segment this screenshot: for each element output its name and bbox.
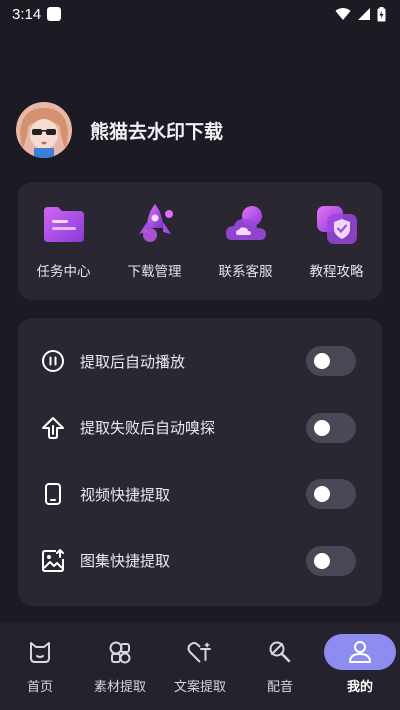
cloud-icon (225, 206, 266, 240)
quick-actions-card: 任务中心 下载管理 联系客服 教程攻略 (18, 182, 382, 300)
nav-home[interactable]: 首页 (2, 634, 78, 710)
wifi-icon (335, 8, 351, 20)
nav-material-extract[interactable]: 素材提取 (82, 634, 158, 710)
auto-play-toggle[interactable] (306, 346, 356, 377)
folder-icon (43, 207, 84, 242)
user-icon (349, 641, 371, 663)
status-time: 3:14 (12, 5, 42, 23)
profile-header[interactable]: 熊猫去水印下载 (16, 102, 223, 158)
quick-action-task-center[interactable]: 任务中心 (19, 202, 109, 300)
bottom-nav: 首页 素材提取 文案提取 配音 我的 (0, 622, 400, 710)
setting-label: 图集快捷提取 (80, 552, 171, 571)
avatar[interactable] (16, 102, 72, 158)
quick-action-label: 联系客服 (218, 264, 273, 280)
nav-label: 我的 (346, 680, 373, 695)
quick-action-download-manager[interactable]: 下载管理 (110, 202, 200, 300)
profile-name: 熊猫去水印下载 (90, 120, 224, 143)
setting-video-quick-extract: 视频快捷提取 (18, 461, 382, 528)
settings-card: 提取后自动播放 提取失败后自动嗅探 视频快捷提取 图集快捷提取 (18, 318, 382, 606)
auto-sniff-toggle[interactable] (306, 412, 356, 443)
notification-icon (47, 7, 62, 21)
rocket-icon (138, 204, 173, 242)
toggle-knob (314, 419, 330, 436)
nav-icon-container (4, 634, 76, 670)
phone-icon (40, 481, 66, 507)
quick-action-label: 教程攻略 (309, 264, 364, 280)
pause-circle-icon (40, 348, 66, 374)
setting-label: 提取失败后自动嗅探 (80, 419, 216, 438)
setting-auto-sniff: 提取失败后自动嗅探 (18, 395, 382, 462)
nav-icon-container (244, 634, 316, 670)
gallery-quick-extract-toggle[interactable] (306, 545, 356, 576)
nav-dubbing[interactable]: 配音 (242, 634, 318, 710)
nav-mine[interactable]: 我的 (322, 634, 398, 710)
nav-copy-extract[interactable]: 文案提取 (162, 634, 238, 710)
toggle-knob (314, 486, 330, 503)
quick-action-label: 下载管理 (127, 264, 182, 280)
image-icon (40, 548, 66, 574)
signal-icon (358, 8, 370, 20)
setting-gallery-quick-extract: 图集快捷提取 (18, 528, 382, 595)
setting-label: 视频快捷提取 (80, 485, 171, 504)
mic-icon (269, 641, 291, 663)
status-bar: 3:14 (0, 0, 400, 28)
setting-auto-play: 提取后自动播放 (18, 328, 382, 395)
home-icon (30, 642, 50, 663)
nav-label: 文案提取 (173, 680, 226, 695)
nav-label: 素材提取 (93, 680, 146, 695)
setting-label: 提取后自动播放 (80, 352, 186, 371)
quick-action-label: 任务中心 (36, 264, 91, 280)
toggle-knob (314, 552, 330, 569)
nav-icon-container (324, 634, 396, 670)
quick-action-tutorials[interactable]: 教程攻略 (292, 202, 382, 300)
text-heart-icon (187, 642, 211, 663)
battery-icon (377, 6, 386, 21)
shapes-icon (109, 641, 131, 664)
nav-label: 配音 (266, 680, 293, 695)
quick-action-customer-service[interactable]: 联系客服 (201, 202, 291, 300)
video-quick-extract-toggle[interactable] (306, 479, 356, 510)
nav-icon-container (164, 634, 236, 670)
upload-icon (40, 415, 66, 441)
toggle-knob (314, 353, 330, 370)
shield-icon (316, 206, 357, 244)
nav-label: 首页 (26, 680, 53, 695)
nav-icon-container (84, 634, 156, 670)
